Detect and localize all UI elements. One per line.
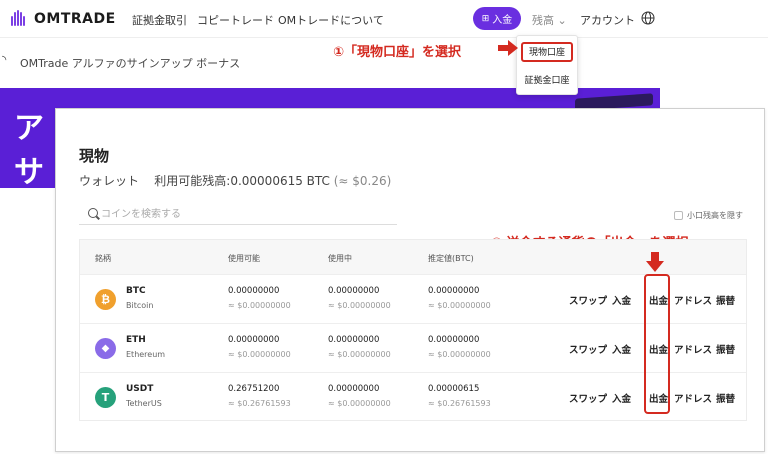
coin-name: Bitcoin bbox=[126, 301, 154, 310]
deposit-link[interactable]: 入金 bbox=[612, 342, 631, 356]
in-use-value: 0.00000000 bbox=[328, 286, 380, 296]
logo-mark-icon bbox=[10, 10, 28, 28]
chevron-down-icon: ⌄ bbox=[557, 14, 567, 27]
transfer-button[interactable]: 振替 bbox=[716, 391, 735, 405]
address-button[interactable]: アドレス bbox=[674, 391, 712, 405]
coin-name: TetherUS bbox=[126, 399, 162, 408]
coin-search bbox=[79, 203, 397, 225]
withdraw-highlight-box bbox=[644, 274, 670, 414]
logo-text: OMTRADE bbox=[34, 11, 116, 27]
estimate-value: 0.00000000 bbox=[428, 335, 480, 345]
hide-small-balance-label: 小口残高を隠す bbox=[687, 211, 743, 220]
swap-button[interactable]: スワップ bbox=[569, 342, 607, 356]
promo-banner-text[interactable]: OMTrade アルファのサインアップ ボーナス bbox=[20, 55, 240, 71]
coin-symbol: BTC bbox=[126, 286, 146, 296]
available-value: 0.00000000 bbox=[228, 286, 280, 296]
arrow-down-icon bbox=[646, 252, 664, 272]
page-title: 現物 bbox=[79, 147, 110, 165]
in-use-value: 0.00000000 bbox=[328, 384, 380, 394]
available-balance: 利用可能残高:0.00000615 BTC bbox=[154, 174, 330, 188]
estimate-usd: ≈ $0.00000000 bbox=[428, 301, 491, 310]
hero-heading-char: ア bbox=[14, 111, 44, 146]
column-header-symbol[interactable]: 銘柄 bbox=[95, 253, 111, 264]
column-header-in-use[interactable]: 使用中 bbox=[328, 253, 352, 264]
ethereum-icon: ◆ bbox=[95, 338, 116, 359]
swap-button[interactable]: スワップ bbox=[569, 391, 607, 405]
logo[interactable]: OMTRADE bbox=[10, 9, 116, 29]
estimate-value: 0.00000000 bbox=[428, 286, 480, 296]
hide-small-balance-toggle[interactable]: 小口残高を隠す bbox=[674, 210, 743, 221]
address-button[interactable]: アドレス bbox=[674, 342, 712, 356]
broadcast-icon: ◝ bbox=[2, 53, 7, 66]
balance-dropdown: 現物口座 証拠金口座 bbox=[516, 35, 578, 95]
deposit-icon: ⊞ bbox=[481, 13, 490, 24]
top-navigation: OMTRADE 証拠金取引 コピートレード OMトレードについて ⊞ 入金 残高… bbox=[0, 0, 768, 38]
estimate-value: 0.00000615 bbox=[428, 384, 480, 394]
deposit-label: 入金 bbox=[492, 15, 513, 26]
nav-margin-trading[interactable]: 証拠金取引 bbox=[132, 12, 187, 28]
address-button[interactable]: アドレス bbox=[674, 293, 712, 307]
available-usd: ≈ $0.00000000 bbox=[228, 301, 291, 310]
in-use-usd: ≈ $0.00000000 bbox=[328, 350, 391, 359]
annotation-step1: ①「現物口座」を選択 bbox=[333, 45, 462, 60]
swap-button[interactable]: スワップ bbox=[569, 293, 607, 307]
column-header-estimate[interactable]: 推定値(BTC) bbox=[428, 253, 474, 264]
arrow-right-icon bbox=[498, 40, 518, 56]
estimate-usd: ≈ $0.00000000 bbox=[428, 350, 491, 359]
tether-icon: T bbox=[95, 387, 116, 408]
nav-account[interactable]: アカウント bbox=[580, 12, 635, 28]
coin-name: Ethereum bbox=[126, 350, 166, 359]
available-value: 0.26751200 bbox=[228, 384, 280, 394]
wallet-label: ウォレット bbox=[79, 174, 140, 188]
transfer-button[interactable]: 振替 bbox=[716, 342, 735, 356]
coin-symbol: ETH bbox=[126, 335, 146, 345]
globe-icon[interactable] bbox=[641, 11, 655, 25]
dropdown-item-spot-account[interactable]: 現物口座 bbox=[521, 42, 573, 62]
deposit-button[interactable]: ⊞ 入金 bbox=[473, 7, 521, 30]
search-input[interactable] bbox=[101, 205, 381, 223]
in-use-value: 0.00000000 bbox=[328, 335, 380, 345]
deposit-link[interactable]: 入金 bbox=[612, 391, 631, 405]
available-value: 0.00000000 bbox=[228, 335, 280, 345]
deposit-link[interactable]: 入金 bbox=[612, 293, 631, 307]
nav-balance[interactable]: 残高 ⌄ bbox=[532, 12, 567, 28]
estimate-usd: ≈ $0.26761593 bbox=[428, 399, 491, 408]
available-usd: ≈ $0.26761593 bbox=[228, 399, 291, 408]
wallet-summary: ウォレット 利用可能残高:0.00000615 BTC (≈ $0.26) bbox=[79, 172, 391, 189]
dropdown-item-margin-account[interactable]: 証拠金口座 bbox=[517, 73, 577, 86]
in-use-usd: ≈ $0.00000000 bbox=[328, 301, 391, 310]
available-balance-usd: (≈ $0.26) bbox=[333, 174, 392, 188]
nav-copy-trade[interactable]: コピートレード bbox=[197, 12, 274, 28]
coin-symbol: USDT bbox=[126, 384, 154, 394]
search-icon bbox=[88, 208, 98, 218]
nav-about[interactable]: OMトレードについて bbox=[278, 12, 384, 28]
bitcoin-icon: ₿ bbox=[95, 289, 116, 310]
in-use-usd: ≈ $0.00000000 bbox=[328, 399, 391, 408]
column-header-available[interactable]: 使用可能 bbox=[228, 253, 260, 264]
available-usd: ≈ $0.00000000 bbox=[228, 350, 291, 359]
transfer-button[interactable]: 振替 bbox=[716, 293, 735, 307]
hide-small-balance-checkbox[interactable] bbox=[674, 211, 683, 220]
hero-heading-char: サ bbox=[14, 155, 44, 190]
